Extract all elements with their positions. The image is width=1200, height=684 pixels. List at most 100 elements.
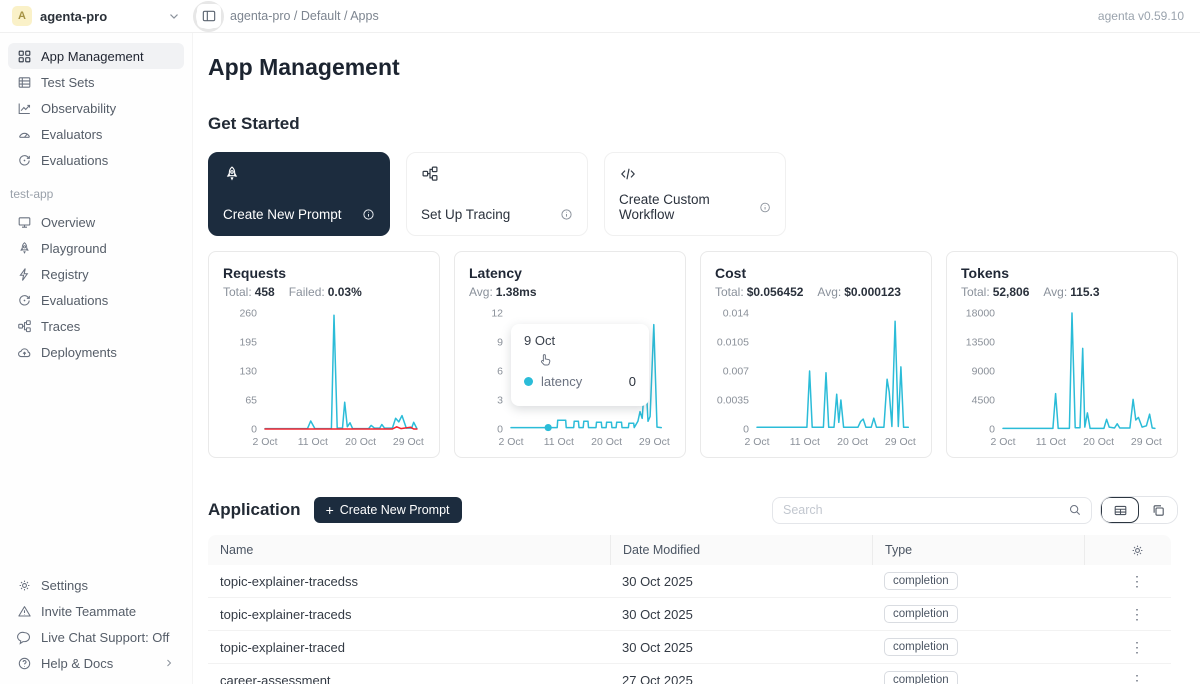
type-badge: completion <box>884 572 958 590</box>
card-view-button[interactable] <box>1139 497 1177 523</box>
row-menu-button[interactable]: ⋮ <box>1129 672 1145 684</box>
svg-text:11 Oct: 11 Oct <box>790 436 820 448</box>
code-icon <box>619 165 637 183</box>
sidebar-item-label: Traces <box>41 319 80 334</box>
sidebar-item-evaluations[interactable]: Evaluations <box>8 147 184 173</box>
invite-triangle-icon <box>17 604 32 619</box>
app-date: 30 Oct 2025 <box>610 607 872 622</box>
sidebar-collapse-button[interactable] <box>197 4 221 28</box>
svg-text:9: 9 <box>497 337 503 349</box>
tokens-metric-card: Tokens Total:52,806Avg:115.3 04500900013… <box>946 251 1178 458</box>
plus-icon: + <box>326 503 334 517</box>
sidebar-item-observability[interactable]: Observability <box>8 95 184 121</box>
application-header: Application + Create New Prompt <box>208 496 1178 524</box>
svg-text:0.014: 0.014 <box>723 308 749 320</box>
table-row[interactable]: topic-explainer-traceds 30 Oct 2025 comp… <box>208 598 1171 631</box>
svg-text:20 Oct: 20 Oct <box>345 436 376 448</box>
hand-cursor-icon <box>537 351 554 369</box>
sidebar-item-overview[interactable]: Overview <box>8 209 184 235</box>
svg-text:0: 0 <box>743 424 749 436</box>
metric-stats: Avg:1.38ms <box>469 285 671 299</box>
svg-text:18000: 18000 <box>966 308 995 320</box>
svg-text:29 Oct: 29 Oct <box>1131 436 1162 448</box>
sidebar-item-evaluators[interactable]: Evaluators <box>8 121 184 147</box>
info-icon[interactable] <box>362 208 375 221</box>
svg-text:2 Oct: 2 Oct <box>498 436 523 448</box>
sidebar-item-invite-teammate[interactable]: Invite Teammate <box>8 598 184 624</box>
table-row[interactable]: topic-explainer-traced 30 Oct 2025 compl… <box>208 631 1171 664</box>
svg-text:0: 0 <box>989 424 995 436</box>
metric-title: Cost <box>715 265 917 281</box>
app-date: 30 Oct 2025 <box>610 574 872 589</box>
page-title: App Management <box>208 54 1178 81</box>
tooltip-series-name: latency <box>541 374 621 389</box>
sidebar-item-deployments[interactable]: Deployments <box>8 339 184 365</box>
sidebar-item-label: Evaluators <box>41 127 102 142</box>
table-view-button[interactable] <box>1101 497 1139 523</box>
cost-metric-card: Cost Total:$0.056452Avg:$0.000123 00.003… <box>700 251 932 458</box>
metric-stat: Failed:0.03% <box>289 285 362 299</box>
get-started-heading: Get Started <box>208 114 1178 134</box>
metric-stat: Total:$0.056452 <box>715 285 803 299</box>
svg-text:0.0105: 0.0105 <box>717 337 749 349</box>
app-name: topic-explainer-traceds <box>208 607 610 622</box>
sidebar-item-evaluations-project[interactable]: Evaluations <box>8 287 184 313</box>
sidebar-item-live-chat[interactable]: Live Chat Support: Off <box>8 624 184 650</box>
row-menu-button[interactable]: ⋮ <box>1129 606 1145 623</box>
row-menu-button[interactable]: ⋮ <box>1129 639 1145 656</box>
tree-structure-icon <box>421 165 439 183</box>
sidebar: App Management Test Sets Observability E… <box>0 33 193 684</box>
table-icon <box>17 75 32 90</box>
create-new-prompt-button[interactable]: + Create New Prompt <box>314 497 462 523</box>
button-label: Create New Prompt <box>340 503 450 517</box>
sidebar-item-registry[interactable]: Registry <box>8 261 184 287</box>
column-header-name[interactable]: Name <box>208 535 610 565</box>
sidebar-item-label: Deployments <box>41 345 117 360</box>
gauge-icon <box>17 127 32 142</box>
metric-title: Tokens <box>961 265 1163 281</box>
create-custom-workflow-card[interactable]: Create Custom Workflow <box>604 152 786 236</box>
sidebar-item-label: Registry <box>41 267 89 282</box>
row-menu-button[interactable]: ⋮ <box>1129 573 1145 590</box>
metric-stat: Avg:115.3 <box>1043 285 1099 299</box>
top-bar: A agenta-pro agenta-pro / Default / Apps… <box>0 0 1200 33</box>
sidebar-item-settings[interactable]: Settings <box>8 572 184 598</box>
chevron-right-icon <box>163 657 175 669</box>
search-icon[interactable] <box>1068 503 1082 517</box>
column-header-date-modified[interactable]: Date Modified <box>610 535 872 565</box>
sidebar-item-test-sets[interactable]: Test Sets <box>8 69 184 95</box>
sidebar-item-playground[interactable]: Playground <box>8 235 184 261</box>
metric-title: Latency <box>469 265 671 281</box>
sidebar-item-label: Test Sets <box>41 75 94 90</box>
table-row[interactable]: topic-explainer-tracedss 30 Oct 2025 com… <box>208 565 1171 598</box>
svg-text:12: 12 <box>491 308 503 320</box>
rocket-icon <box>17 241 32 256</box>
column-header-type[interactable]: Type <box>872 535 1084 565</box>
metrics-row: Requests Total:458Failed:0.03% 065130195… <box>208 251 1178 458</box>
table-settings-gear-icon[interactable] <box>1130 543 1145 558</box>
sidebar-item-help-docs[interactable]: Help & Docs <box>8 650 184 676</box>
workspace-switcher[interactable]: A agenta-pro <box>0 6 193 26</box>
sidebar-item-app-management[interactable]: App Management <box>8 43 184 69</box>
cost-chart: 00.00350.0070.01050.0142 Oct11 Oct20 Oct… <box>715 303 919 451</box>
tooltip-date: 9 Oct <box>524 333 636 348</box>
svg-text:0.0035: 0.0035 <box>717 395 749 407</box>
info-icon[interactable] <box>560 208 573 221</box>
search-input[interactable] <box>783 503 1068 517</box>
chart-tooltip: 9 Oct latency 0 <box>511 324 649 406</box>
view-toggle <box>1100 496 1178 524</box>
cards-view-icon <box>1151 503 1166 518</box>
sidebar-item-label: Evaluations <box>41 153 108 168</box>
svg-text:13500: 13500 <box>966 337 995 349</box>
table-view-icon <box>1113 503 1128 518</box>
sidebar-item-traces[interactable]: Traces <box>8 313 184 339</box>
chat-bubble-icon <box>17 630 32 645</box>
cursor-highlight-ring <box>193 1 224 32</box>
svg-text:20 Oct: 20 Oct <box>591 436 622 448</box>
set-up-tracing-card[interactable]: Set Up Tracing <box>406 152 588 236</box>
info-icon[interactable] <box>759 201 771 214</box>
create-new-prompt-card[interactable]: Create New Prompt <box>208 152 390 236</box>
breadcrumb[interactable]: agenta-pro / Default / Apps <box>230 9 1098 23</box>
app-date: 27 Oct 2025 <box>610 673 872 684</box>
table-row[interactable]: career-assessment 27 Oct 2025 completion… <box>208 664 1171 684</box>
